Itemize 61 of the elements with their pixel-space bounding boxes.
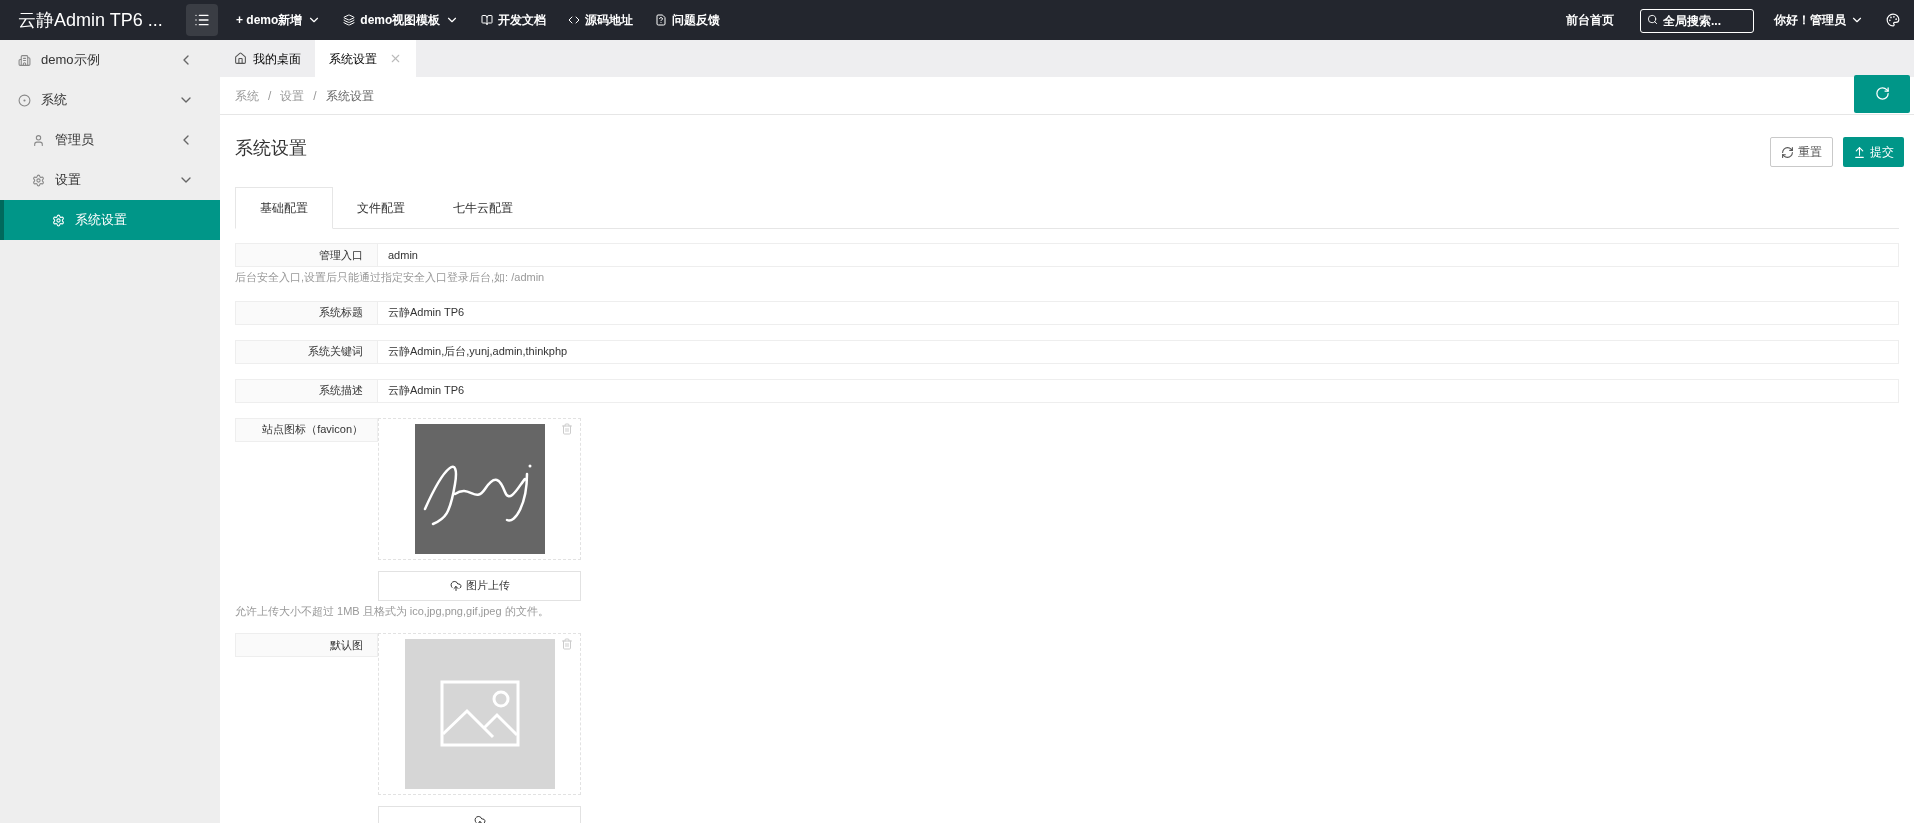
text-field[interactable]: 云静Admin TP6 <box>378 378 1899 403</box>
breadcrumb-separator: / <box>313 87 317 105</box>
text-field[interactable]: 云静Admin TP6 <box>378 300 1899 325</box>
field-hint: 后台安全入口,设置后只能通过指定安全入口登录后台,如: /admin <box>235 270 546 285</box>
nav-link[interactable]: 源码地址 <box>568 11 634 29</box>
field-label: 系统描述 <box>235 378 378 403</box>
breadcrumb-link[interactable]: 系统设置 <box>325 86 374 105</box>
gear-icon <box>32 173 45 187</box>
nav-link[interactable]: demo视图模板 <box>343 11 460 29</box>
field-label: 系统标题 <box>235 300 378 325</box>
gear-icon <box>52 213 65 227</box>
app-logo: 云静Admin TP6 ... <box>17 8 164 32</box>
user-icon <box>32 133 45 147</box>
delete-icon[interactable] <box>561 638 573 650</box>
field-label: 站点图标（favicon） <box>235 417 378 442</box>
config-tab[interactable]: 七牛云配置 <box>429 187 537 228</box>
sidebar-item[interactable]: 管理员 <box>0 120 220 160</box>
cloud-upload-icon <box>449 579 462 592</box>
search-field[interactable]: 全局搜索... <box>1640 8 1754 33</box>
field-label: 管理入口 <box>235 243 378 267</box>
submit-button[interactable]: 提交 <box>1843 137 1904 167</box>
building-icon <box>18 53 31 67</box>
page-tab[interactable]: 我的桌面 <box>220 40 315 77</box>
config-tab[interactable]: 基础配置 <box>235 187 333 229</box>
nav-link[interactable]: 问题反馈 <box>655 11 721 29</box>
sidebar-item[interactable]: 系统 <box>0 80 220 120</box>
reset-button[interactable]: 重置 <box>1770 137 1833 167</box>
page-title: 系统设置 <box>235 136 307 160</box>
user-menu[interactable]: 你好！管理员 <box>1774 11 1864 29</box>
sidebar-item[interactable]: demo示例 <box>0 40 220 80</box>
refresh-button[interactable] <box>1854 74 1910 113</box>
nav-link[interactable]: 开发文档 <box>481 11 547 29</box>
home-icon <box>234 52 247 65</box>
menu-icon <box>194 12 210 28</box>
field-label: 默认图 <box>235 633 378 657</box>
page-tab[interactable]: 系统设置 <box>315 40 416 77</box>
close-icon[interactable] <box>389 52 402 65</box>
delete-icon[interactable] <box>561 422 573 435</box>
layers-icon <box>343 14 356 26</box>
search-icon <box>1647 13 1658 25</box>
text-field[interactable]: 云静Admin,后台,yunj,admin,thinkphp <box>378 339 1899 364</box>
nav-link[interactable]: + demo新增 <box>236 11 322 29</box>
upload-icon <box>1853 145 1866 159</box>
code-icon <box>568 14 581 26</box>
field-hint: 允许上传大小不超过 1MB 且格式为 ico,jpg,png,gif,jpeg 的文件。 <box>235 603 550 619</box>
sidebar-item[interactable]: 设置 <box>0 160 220 200</box>
home-link[interactable]: 前台首页 <box>1566 11 1614 29</box>
field-label: 系统关键词 <box>235 339 378 364</box>
circle-dot-icon <box>18 93 31 107</box>
refresh-icon <box>1874 86 1890 101</box>
menu-button[interactable] <box>186 4 218 36</box>
palette-icon[interactable] <box>1886 13 1900 27</box>
cloud-upload-icon <box>473 815 486 823</box>
document-question-icon <box>655 14 668 26</box>
breadcrumb-separator: / <box>268 87 272 105</box>
config-tab[interactable]: 文件配置 <box>333 187 429 228</box>
book-icon <box>481 14 494 26</box>
reset-icon <box>1781 145 1794 159</box>
sidebar-item[interactable]: 系统设置 <box>0 200 220 240</box>
text-field[interactable]: admin <box>378 243 1899 267</box>
upload-button[interactable]: 图片上传 <box>378 570 581 601</box>
